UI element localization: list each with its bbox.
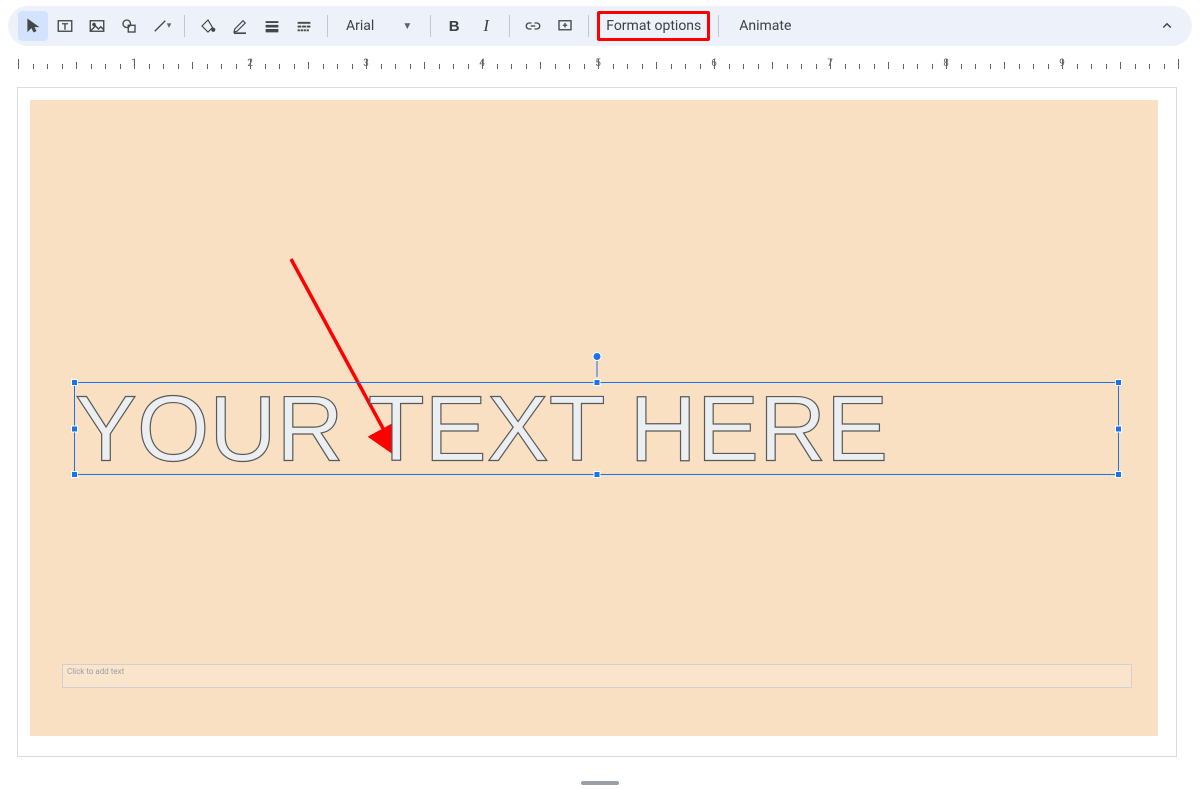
format-options-button[interactable]: Format options [597,11,710,41]
border-color-button[interactable] [225,11,255,41]
resize-handle-se[interactable] [1115,471,1122,478]
ruler-label: 5 [595,58,601,69]
toolbar-separator [430,15,431,37]
border-weight-button[interactable] [257,11,287,41]
textbox-tool-button[interactable] [50,11,80,41]
wordart-textbox[interactable]: YOUR TEXT HERE [74,382,1119,475]
bold-button[interactable]: B [439,11,469,41]
cursor-icon [24,17,42,35]
panel-resize-handle[interactable] [581,781,619,785]
subtitle-placeholder[interactable]: Click to add text [62,664,1132,688]
ruler-label: 1 [131,58,137,69]
image-tool-button[interactable] [82,11,112,41]
ruler-label: 8 [943,58,949,69]
toolbar-separator [588,15,589,37]
font-family-label: Arial [346,18,374,34]
paint-bucket-icon [199,17,217,35]
slide[interactable]: YOUR TEXT HERE Click to add text [30,100,1158,736]
select-tool-button[interactable] [18,11,48,41]
ruler-label: 7 [827,58,833,69]
shapes-icon [120,17,138,35]
image-icon [88,17,106,35]
slide-canvas[interactable]: YOUR TEXT HERE Click to add text [18,88,1176,756]
wordart-text: YOUR TEXT HERE [75,382,888,475]
toolbar-separator [184,15,185,37]
resize-handle-n[interactable] [593,379,600,386]
line-dash-icon [295,17,313,35]
resize-handle-nw[interactable] [71,379,78,386]
animate-button[interactable]: Animate [727,11,803,41]
resize-handle-s[interactable] [593,471,600,478]
ruler-label: 9 [1059,58,1065,69]
resize-handle-ne[interactable] [1115,379,1122,386]
link-icon [524,17,542,35]
chevron-up-icon [1158,17,1176,35]
shape-tool-button[interactable] [114,11,144,41]
toolbar-separator [718,15,719,37]
font-family-picker[interactable]: Arial ▼ [336,11,422,41]
toolbar-separator [509,15,510,37]
ruler-label: 6 [711,58,717,69]
ruler-label: 4 [479,58,485,69]
horizontal-ruler[interactable]: 1 2 3 4 5 6 7 8 9 [0,52,1200,74]
collapse-toolbar-button[interactable] [1152,11,1182,41]
textbox-icon [56,17,74,35]
line-weight-icon [263,17,281,35]
border-dash-button[interactable] [289,11,319,41]
chevron-down-icon: ▾ [167,21,172,31]
rotation-handle[interactable] [592,352,601,361]
insert-link-button[interactable] [518,11,548,41]
ruler-label: 3 [363,58,369,69]
pencil-icon [231,17,249,35]
italic-button[interactable]: I [471,11,501,41]
resize-handle-w[interactable] [71,425,78,432]
insert-comment-button[interactable] [550,11,580,41]
line-tool-button[interactable]: ▾ [146,11,176,41]
chevron-down-icon: ▼ [402,21,412,32]
ruler-label: 2 [247,58,253,69]
resize-handle-sw[interactable] [71,471,78,478]
toolbar: ▾ Arial ▼ B I [8,6,1192,46]
toolbar-separator [327,15,328,37]
fill-color-button[interactable] [193,11,223,41]
resize-handle-e[interactable] [1115,425,1122,432]
comment-add-icon [556,17,574,35]
